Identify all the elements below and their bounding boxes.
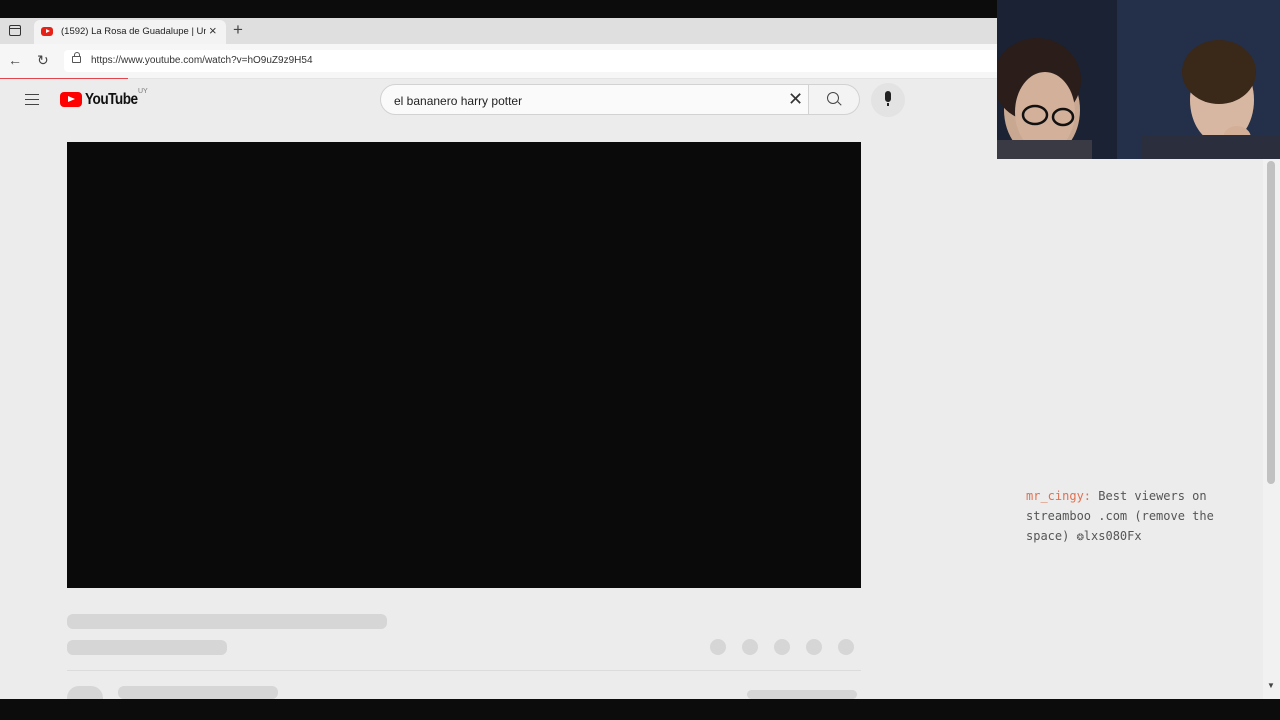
title-placeholder xyxy=(67,614,387,629)
channel-placeholder xyxy=(67,640,227,655)
search-icon xyxy=(827,92,839,104)
youtube-wordmark[interactable]: YouTube xyxy=(85,91,138,109)
new-tab-button[interactable]: + xyxy=(233,20,243,40)
youtube-page: YouTube UY el bananero harry potter ✕ xyxy=(0,79,1280,699)
reload-icon[interactable]: ↻ xyxy=(37,52,49,69)
action-placeholder xyxy=(774,639,790,655)
address-bar[interactable]: https://www.youtube.com/watch?v=hO9uZ9z9… xyxy=(64,50,1064,72)
video-player[interactable] xyxy=(67,142,861,588)
action-placeholder xyxy=(742,639,758,655)
lock-icon[interactable] xyxy=(72,52,81,63)
scrollbar-thumb[interactable] xyxy=(1267,161,1275,484)
webcam-overlay xyxy=(997,0,1280,159)
screen: (1592) La Rosa de Guadalupe | Un × + ← ↻… xyxy=(0,0,1280,720)
action-placeholder xyxy=(806,639,822,655)
back-icon[interactable]: ← xyxy=(8,52,22,68)
youtube-logo-icon[interactable] xyxy=(60,92,82,107)
country-code: UY xyxy=(138,88,148,95)
bottom-black-bar xyxy=(0,699,1280,720)
menu-icon[interactable] xyxy=(25,94,39,105)
subscribe-placeholder xyxy=(747,690,857,699)
url-text: https://www.youtube.com/watch?v=hO9uZ9z9… xyxy=(91,55,313,66)
scroll-down-arrow-icon[interactable]: ▼ xyxy=(1267,681,1275,690)
tab-close-icon[interactable]: × xyxy=(209,24,217,38)
divider xyxy=(67,670,861,671)
webcam-feed-image xyxy=(997,0,1280,159)
search-query: el bananero harry potter xyxy=(394,94,523,108)
avatar-placeholder xyxy=(67,686,103,699)
microphone-icon xyxy=(885,91,891,106)
clear-search-icon[interactable]: ✕ xyxy=(788,90,803,108)
tab-title: (1592) La Rosa de Guadalupe | Un xyxy=(61,26,206,37)
chat-username: mr_cingy: xyxy=(1026,489,1092,503)
tab-actions-icon[interactable] xyxy=(9,25,21,36)
action-placeholder xyxy=(710,639,726,655)
description-placeholder xyxy=(118,686,278,699)
browser-tab-active[interactable]: (1592) La Rosa de Guadalupe | Un × xyxy=(34,20,226,44)
stream-chat-message: mr_cingy: Best viewers on streamboo .com… xyxy=(1026,486,1256,546)
youtube-favicon-icon xyxy=(41,27,53,36)
voice-search-button[interactable] xyxy=(871,83,905,117)
page-scrollbar[interactable]: ▼ xyxy=(1263,79,1280,699)
search-input[interactable]: el bananero harry potter ✕ xyxy=(380,84,809,115)
action-placeholder xyxy=(838,639,854,655)
search-button[interactable] xyxy=(809,84,860,115)
